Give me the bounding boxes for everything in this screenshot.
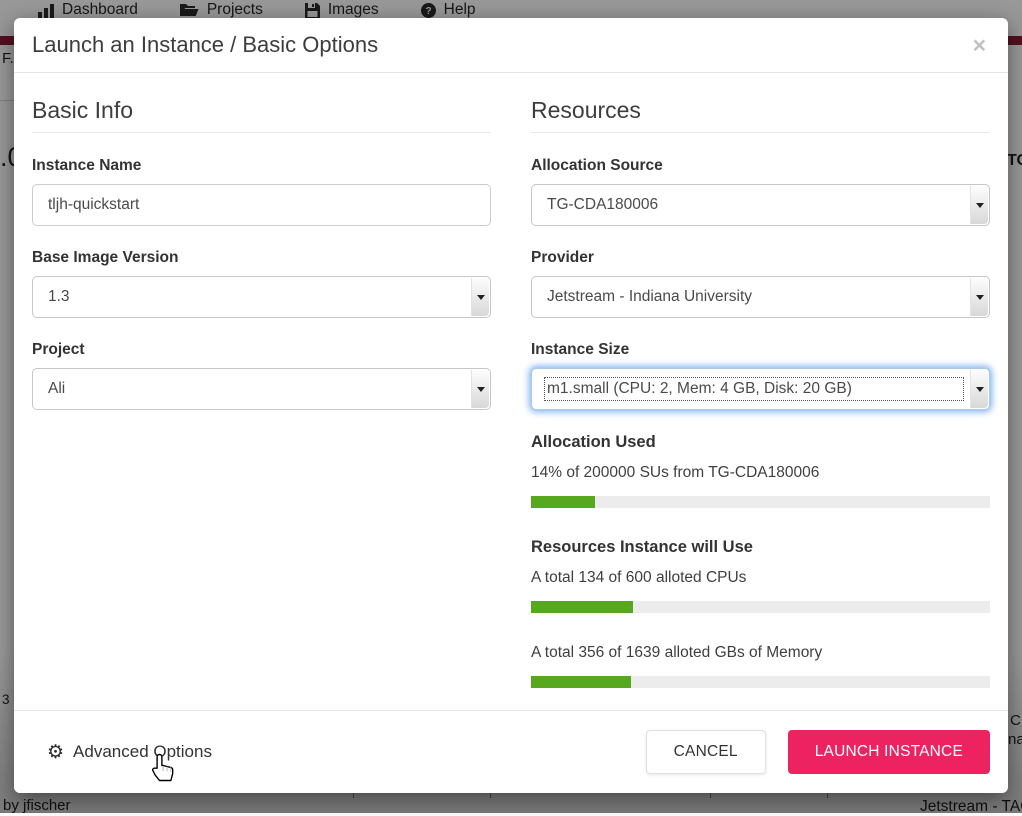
- instance-size-field: Instance Size m1.small (CPU: 2, Mem: 4 G…: [531, 341, 990, 410]
- select-value: m1.small (CPU: 2, Mem: 4 GB, Disk: 20 GB…: [547, 380, 961, 398]
- allocation-source-field: Allocation Source TG-CDA180006: [531, 157, 990, 226]
- provider-field: Provider Jetstream - Indiana University: [531, 249, 990, 318]
- instance-size-label: Instance Size: [531, 341, 990, 359]
- gear-icon: ⚙: [47, 743, 64, 762]
- footer-buttons: CANCEL LAUNCH INSTANCE: [646, 730, 990, 774]
- resources-column: Resources Allocation Source TG-CDA180006…: [531, 97, 990, 688]
- select-value: Ali: [48, 380, 462, 398]
- launch-instance-button[interactable]: LAUNCH INSTANCE: [788, 730, 990, 774]
- allocation-used-text: 14% of 200000 SUs from TG-CDA180006: [531, 464, 990, 482]
- cpu-usage-text: A total 134 of 600 alloted CPUs: [531, 569, 990, 587]
- chevron-down-icon: [471, 370, 489, 408]
- select-value: Jetstream - Indiana University: [547, 288, 961, 306]
- instance-size-select[interactable]: m1.small (CPU: 2, Mem: 4 GB, Disk: 20 GB…: [531, 368, 990, 410]
- chevron-down-icon: [471, 278, 489, 316]
- launch-instance-modal: Launch an Instance / Basic Options × Bas…: [14, 18, 1008, 793]
- chevron-down-icon: [970, 370, 988, 408]
- allocation-source-select[interactable]: TG-CDA180006: [531, 184, 990, 226]
- base-image-version-select[interactable]: 1.3: [32, 276, 491, 318]
- advanced-options-button[interactable]: ⚙ Advanced Options: [47, 742, 212, 762]
- project-select[interactable]: Ali: [32, 368, 491, 410]
- modal-title: Launch an Instance / Basic Options: [32, 32, 378, 58]
- modal-body: Basic Info Instance Name Base Image Vers…: [14, 73, 1008, 688]
- cpu-progressbar: [531, 601, 990, 613]
- resources-heading: Resources: [531, 97, 990, 133]
- basic-info-column: Basic Info Instance Name Base Image Vers…: [32, 97, 491, 688]
- close-icon[interactable]: ×: [969, 34, 990, 57]
- select-value: 1.3: [48, 288, 462, 306]
- progress-fill: [531, 676, 631, 688]
- instance-name-input[interactable]: [32, 184, 491, 226]
- modal-header: Launch an Instance / Basic Options ×: [14, 18, 1008, 73]
- allocation-used-section: Allocation Used 14% of 200000 SUs from T…: [531, 433, 990, 508]
- modal-footer: ⚙ Advanced Options CANCEL LAUNCH INSTANC…: [14, 710, 1008, 793]
- allocation-source-label: Allocation Source: [531, 157, 990, 175]
- provider-label: Provider: [531, 249, 990, 267]
- memory-usage-text: A total 356 of 1639 alloted GBs of Memor…: [531, 644, 990, 662]
- instance-name-field: Instance Name: [32, 157, 491, 226]
- base-image-version-field: Base Image Version 1.3: [32, 249, 491, 318]
- resources-will-use-heading: Resources Instance will Use: [531, 538, 990, 557]
- instance-name-label: Instance Name: [32, 157, 491, 175]
- resources-will-use-section: Resources Instance will Use A total 134 …: [531, 538, 990, 688]
- progress-fill: [531, 496, 595, 508]
- advanced-options-label: Advanced Options: [73, 742, 212, 762]
- basic-info-heading: Basic Info: [32, 97, 491, 133]
- allocation-used-progressbar: [531, 496, 990, 508]
- base-image-version-label: Base Image Version: [32, 249, 491, 267]
- chevron-down-icon: [970, 186, 988, 224]
- select-value: TG-CDA180006: [547, 196, 961, 214]
- memory-progressbar: [531, 676, 990, 688]
- chevron-down-icon: [970, 278, 988, 316]
- allocation-used-heading: Allocation Used: [531, 433, 990, 452]
- project-label: Project: [32, 341, 491, 359]
- cancel-button[interactable]: CANCEL: [646, 730, 766, 774]
- progress-fill: [531, 601, 633, 613]
- provider-select[interactable]: Jetstream - Indiana University: [531, 276, 990, 318]
- project-field: Project Ali: [32, 341, 491, 410]
